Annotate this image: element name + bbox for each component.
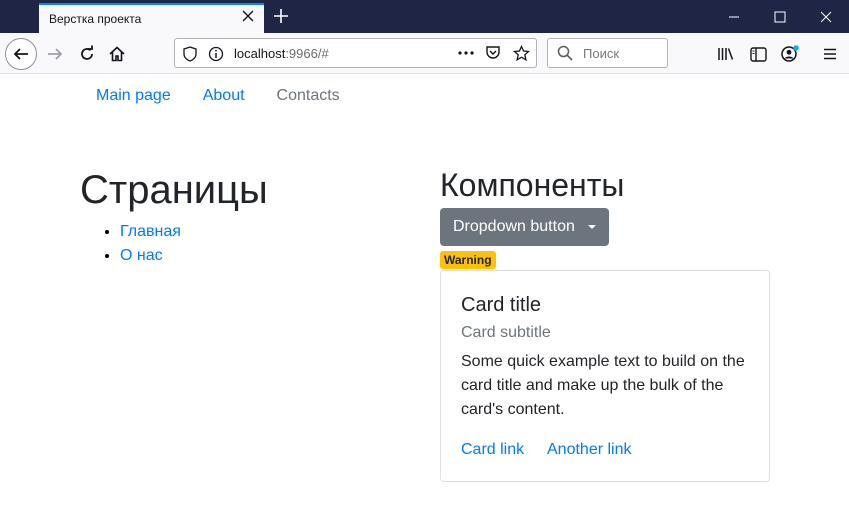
url-host: localhost [234, 46, 286, 61]
window-close-icon[interactable] [803, 0, 849, 33]
minimize-icon[interactable] [711, 0, 757, 33]
page-link-main[interactable]: Главная [120, 223, 181, 240]
library-icon[interactable] [711, 39, 741, 69]
nav-about-link[interactable]: About [187, 86, 261, 106]
back-icon[interactable] [5, 38, 37, 70]
search-placeholder: Поиск [583, 46, 620, 61]
search-icon [557, 45, 573, 65]
forward-icon[interactable] [40, 39, 70, 69]
list-item: Главная [120, 220, 181, 244]
card-subtitle: Card subtitle [461, 324, 551, 341]
account-icon[interactable] [775, 39, 805, 69]
card-title: Card title [461, 294, 542, 316]
new-tab-icon[interactable] [271, 6, 291, 26]
nav-contacts-link[interactable]: Contacts [261, 86, 356, 106]
reload-icon[interactable] [72, 39, 102, 69]
caret-down-icon [588, 225, 596, 229]
home-icon[interactable] [102, 39, 132, 69]
address-bar[interactable]: localhost:9966/# [174, 38, 537, 68]
info-icon[interactable] [208, 46, 224, 66]
url-path: :9966/# [285, 46, 329, 61]
browser-tab[interactable]: Верстка проекта [39, 3, 264, 33]
page-link-about[interactable]: О нас [120, 247, 163, 264]
pages-list: Главная О нас [120, 220, 181, 268]
another-link[interactable]: Another link [547, 441, 632, 459]
pages-heading: Страницы [80, 168, 268, 212]
card-link[interactable]: Card link [461, 441, 524, 459]
site-navigation: Main page About Contacts [80, 86, 356, 106]
dropdown-button-label: Dropdown button [453, 218, 575, 235]
pocket-icon[interactable] [485, 45, 501, 65]
url-text: localhost:9966/# [234, 46, 329, 61]
list-item: О нас [120, 244, 181, 268]
maximize-icon[interactable] [757, 0, 803, 33]
menu-icon[interactable] [815, 39, 845, 69]
search-input[interactable]: Поиск [547, 38, 668, 68]
card: Card title Card subtitle Some quick exam… [440, 270, 770, 482]
tab-title: Верстка проекта [49, 12, 142, 26]
warning-badge: Warning [440, 251, 496, 269]
card-text: Some quick example text to build on the … [461, 353, 745, 418]
nav-main-page-link[interactable]: Main page [80, 86, 187, 106]
browser-titlebar: Верстка проекта [0, 0, 849, 33]
components-heading: Компоненты [440, 167, 625, 203]
more-actions-icon[interactable] [457, 45, 475, 65]
sidebar-icon[interactable] [743, 39, 773, 69]
browser-toolbar: localhost:9966/# Поиск [0, 33, 849, 74]
dropdown-button[interactable]: Dropdown button [440, 208, 609, 246]
shield-icon[interactable] [183, 46, 197, 66]
bookmark-star-icon[interactable] [512, 44, 531, 66]
close-icon[interactable] [240, 8, 256, 24]
